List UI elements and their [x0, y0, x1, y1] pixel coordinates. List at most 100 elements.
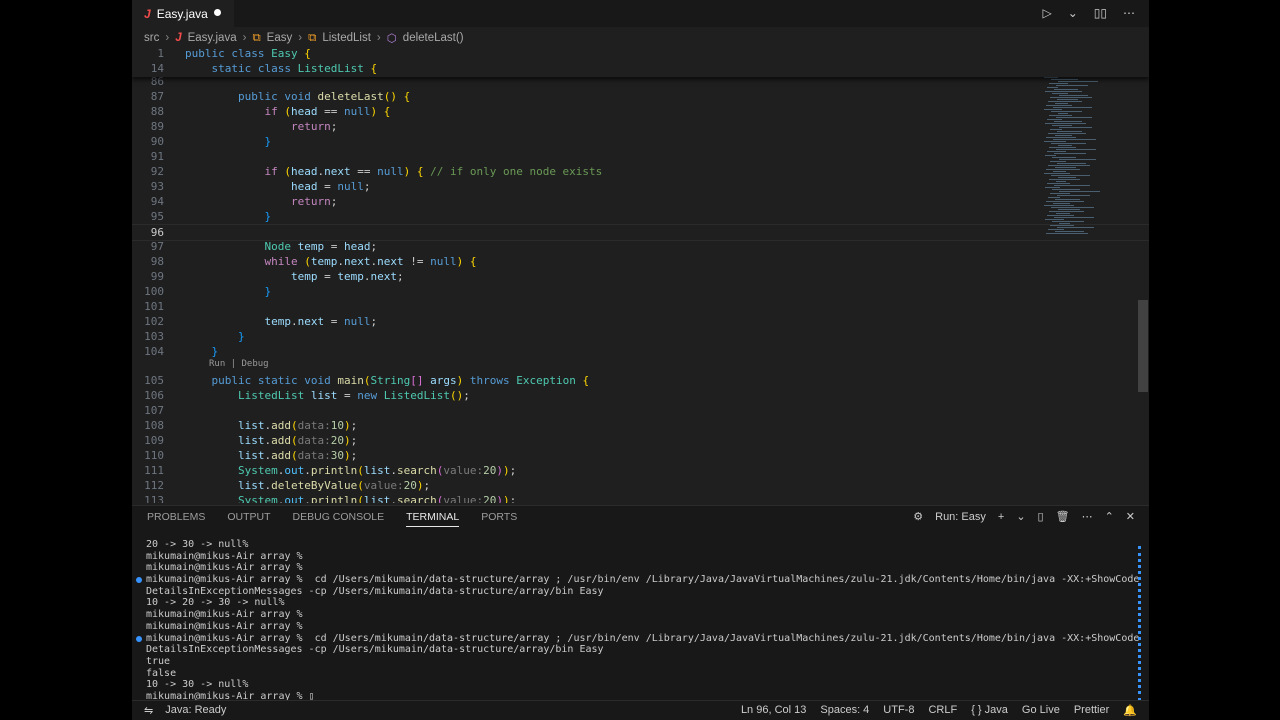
code-line[interactable]: 91: [132, 149, 1149, 164]
code-line[interactable]: 14 static class ListedList {: [132, 61, 1149, 76]
go-live-button[interactable]: Go Live: [1022, 704, 1060, 717]
code-line[interactable]: 102 temp.next = null;: [132, 314, 1149, 329]
minimap-line: [1058, 81, 1098, 82]
code-line[interactable]: 108 list.add(data:10);: [132, 418, 1149, 433]
breadcrumb-file[interactable]: Easy.java: [188, 32, 237, 44]
chevron-right-icon: ›: [376, 32, 381, 44]
minimap-line: [1045, 91, 1082, 92]
terminal-scrollbar[interactable]: [1138, 546, 1145, 701]
vscode-window: J Easy.java ▷ ⌄ ▯▯ ⋯ src › J Easy.java ›…: [132, 0, 1149, 720]
code-line[interactable]: 100 }: [132, 284, 1149, 299]
code-line[interactable]: 93 head = null;: [132, 179, 1149, 194]
minimap-line: [1044, 173, 1070, 174]
language-mode[interactable]: { } Java: [971, 704, 1008, 717]
breadcrumb-inner-class[interactable]: ListedList: [322, 32, 371, 44]
more-icon[interactable]: ⋯: [1082, 510, 1093, 523]
line-number: 95: [150, 210, 164, 223]
chevron-right-icon: ›: [298, 32, 303, 44]
minimap-line: [1051, 111, 1082, 112]
panel-tab-debug-console[interactable]: DEBUG CONSOLE: [293, 511, 385, 527]
run-terminal-label[interactable]: Run: Easy: [935, 511, 986, 523]
line-number: 91: [150, 150, 164, 163]
terminal-text: 10 -> 30 -> null%: [146, 679, 249, 691]
code-line[interactable]: 109 list.add(data:20);: [132, 433, 1149, 448]
minimap-line: [1048, 229, 1064, 230]
code-line[interactable]: 95 }: [132, 209, 1149, 224]
code-line[interactable]: 97 Node temp = head;: [132, 239, 1149, 254]
remote-icon[interactable]: ⇋: [144, 704, 153, 717]
code-line[interactable]: 111 System.out.println(list.search(value…: [132, 463, 1149, 478]
code-line[interactable]: 104 }: [132, 344, 1149, 359]
bell-icon[interactable]: 🔔: [1123, 704, 1137, 717]
indentation[interactable]: Spaces: 4: [820, 704, 869, 717]
minimap-line: [1054, 217, 1094, 218]
minimap-line: [1051, 79, 1078, 80]
maximize-panel-icon[interactable]: ⌃: [1105, 510, 1114, 523]
run-icon[interactable]: ▷: [1042, 6, 1051, 20]
editor-scrollbar[interactable]: [1138, 300, 1148, 392]
code-line[interactable]: 105 public static void main(String[] arg…: [132, 373, 1149, 388]
code-line[interactable]: 99 temp = temp.next;: [132, 269, 1149, 284]
code-line[interactable]: 106 ListedList list = new ListedList();: [132, 388, 1149, 403]
code-text: }: [264, 285, 272, 298]
terminal-line: 10 -> 20 -> 30 -> null%: [146, 597, 1139, 609]
codelens-run-debug[interactable]: Run | Debug: [209, 359, 269, 369]
code-line[interactable]: 87 public void deleteLast() {: [132, 89, 1149, 104]
more-icon[interactable]: ⋯: [1123, 6, 1135, 20]
split-terminal-icon[interactable]: ▯: [1038, 510, 1044, 523]
code-line[interactable]: 88 if (head == null) {: [132, 104, 1149, 119]
gear-icon[interactable]: ⚙: [913, 510, 923, 523]
code-text: static class ListedList {: [211, 62, 378, 75]
code-line[interactable]: 103 }: [132, 329, 1149, 344]
cursor-position[interactable]: Ln 96, Col 13: [741, 704, 806, 717]
line-number: 90: [150, 135, 164, 148]
code-line[interactable]: 113 System.out.println(list.search(value…: [132, 493, 1149, 503]
close-icon[interactable]: ✕: [1126, 510, 1135, 523]
minimap-line: [1057, 227, 1094, 228]
chevron-down-icon[interactable]: ⌄: [1068, 6, 1078, 20]
line-endings[interactable]: CRLF: [928, 704, 957, 717]
minimap-line: [1049, 147, 1076, 148]
code-line[interactable]: 92 if (head.next == null) { // if only o…: [132, 164, 1149, 179]
encoding[interactable]: UTF-8: [883, 704, 914, 717]
panel-tab-terminal[interactable]: TERMINAL: [406, 511, 460, 527]
java-status[interactable]: Java: Ready: [165, 704, 226, 717]
code-line[interactable]: 107: [132, 403, 1149, 418]
code-line[interactable]: 90 }: [132, 134, 1149, 149]
code-editor[interactable]: 1 public class Easy {14 static class List…: [132, 45, 1149, 503]
chevron-down-icon[interactable]: ⌄: [1016, 510, 1025, 523]
terminal-output[interactable]: 20 -> 30 -> null% mikumain@mikus-Air arra…: [136, 539, 1139, 703]
code-text: }: [237, 330, 245, 343]
class-icon: ⧉: [308, 31, 317, 44]
tab-easy-java[interactable]: J Easy.java: [132, 0, 234, 27]
minimap-line: [1052, 93, 1068, 94]
terminal-line: true: [146, 656, 1139, 668]
code-text: public static void main(String[] args) t…: [211, 374, 590, 387]
breadcrumb-src[interactable]: src: [144, 32, 159, 44]
code-text: }: [264, 135, 272, 148]
code-line[interactable]: 98 while (temp.next.next != null) {: [132, 254, 1149, 269]
code-line[interactable]: 94 return;: [132, 194, 1149, 209]
code-line[interactable]: 101: [132, 299, 1149, 314]
trash-icon[interactable]: 🗑: [1056, 510, 1070, 523]
code-line[interactable]: 112 list.deleteByValue(value:20);: [132, 478, 1149, 493]
minimap-line: [1050, 129, 1062, 130]
panel-tab-problems[interactable]: PROBLEMS: [147, 511, 205, 527]
prettier-status[interactable]: Prettier: [1074, 704, 1109, 717]
command-status-dot-icon[interactable]: [136, 635, 142, 642]
panel-tab-output[interactable]: OUTPUT: [227, 511, 270, 527]
code-line[interactable]: 89 return;: [132, 119, 1149, 134]
breadcrumb-method[interactable]: deleteLast(): [403, 32, 464, 44]
unsaved-dot-icon[interactable]: [214, 9, 221, 16]
line-number: 107: [144, 404, 164, 417]
panel-tab-ports[interactable]: PORTS: [481, 511, 517, 527]
code-line[interactable]: 1 public class Easy {: [132, 46, 1149, 61]
minimap-line: [1053, 171, 1066, 172]
terminal-text: DetailsInExceptionMessages -cp /Users/mi…: [146, 644, 604, 656]
breadcrumb-class[interactable]: Easy: [267, 32, 293, 44]
line-number: 92: [150, 165, 164, 178]
add-terminal-icon[interactable]: +: [998, 511, 1004, 523]
code-line[interactable]: 110 list.add(data:30);: [132, 448, 1149, 463]
split-editor-icon[interactable]: ▯▯: [1094, 6, 1107, 20]
command-status-dot-icon[interactable]: [136, 577, 142, 584]
